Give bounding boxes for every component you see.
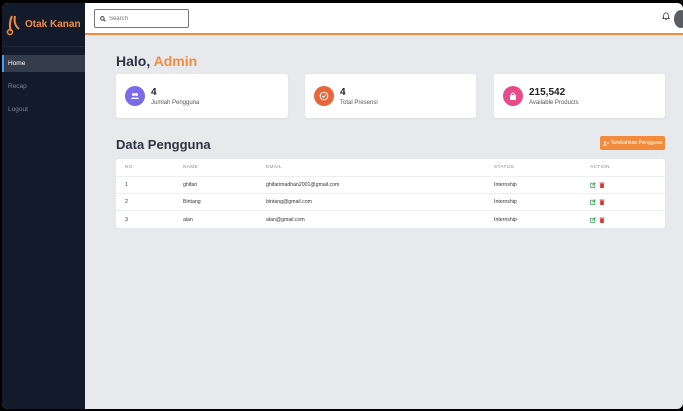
edit-icon[interactable]: [590, 199, 596, 205]
users-table: NO NAME EMAIL STATUS ACTION 1 ghifari gh…: [116, 159, 665, 228]
cell-name: alan: [183, 216, 193, 223]
cell-email: ghifarimadhan2001@gmail.com: [266, 182, 340, 188]
add-user-button-label: Tambahkan Pengguna: [610, 140, 663, 146]
column-header-email: EMAIL: [266, 165, 282, 170]
table-row: 3 alan alan@gmail.com Internship: [116, 211, 665, 228]
delete-icon[interactable]: [599, 182, 605, 188]
cell-email: alan@gmail.com: [266, 216, 305, 223]
cell-no: 2: [125, 199, 128, 205]
stat-value: 4: [151, 86, 157, 98]
table-row: 2 Bintang bintang@gmail.com Internship: [116, 194, 665, 211]
check-circle-icon: [314, 86, 334, 106]
stat-card-products: 215,542 Available Products: [494, 74, 665, 118]
sidebar-item-logout[interactable]: Logout: [2, 101, 85, 118]
stat-value: 4: [340, 86, 346, 98]
search-input[interactable]: [108, 15, 188, 22]
stat-card-users: 4 Jumlah Pengguna: [116, 74, 288, 118]
stat-label: Jumlah Pengguna: [151, 99, 200, 106]
edit-icon[interactable]: [590, 216, 596, 223]
sidebar-item-label: Recap: [8, 83, 27, 90]
cell-status: Internship: [494, 199, 517, 205]
row-actions: [590, 177, 605, 193]
greeting-prefix: Halo,: [116, 53, 154, 69]
user-plus-icon: [602, 141, 609, 145]
cell-no: 3: [125, 216, 128, 223]
edit-icon[interactable]: [590, 182, 596, 188]
main-content: Halo, Admin 4 Jumlah Pengguna 4 Total Pres…: [85, 37, 683, 409]
cell-status: Internship: [494, 216, 517, 223]
search-icon: [100, 15, 106, 22]
stat-label: Total Presensi: [340, 99, 378, 106]
page-title: Halo, Admin: [116, 53, 197, 69]
cell-email: bintang@gmail.com: [266, 199, 312, 205]
sidebar-item-recap[interactable]: Recap: [2, 78, 85, 95]
top-bar: [85, 3, 683, 35]
column-header-status: STATUS: [494, 165, 515, 170]
brand-logo-icon: [6, 15, 20, 35]
cell-name: Bintang: [183, 199, 201, 205]
sidebar-item-label: Home: [8, 60, 26, 67]
delete-icon[interactable]: [599, 199, 605, 205]
sidebar-item-label: Logout: [8, 106, 28, 113]
section-title: Data Pengguna: [116, 137, 211, 152]
brand-name: Otak Kanan: [25, 19, 81, 30]
stat-card-presensi: 4 Total Presensi: [305, 74, 476, 118]
brand[interactable]: Otak Kanan: [2, 3, 85, 47]
stat-label: Available Products: [529, 99, 579, 106]
sidebar: Otak Kanan Home Recap Logout: [2, 3, 85, 409]
table-row: 1 ghifari ghifarimadhan2001@gmail.com In…: [116, 177, 665, 194]
table-header: NO NAME EMAIL STATUS ACTION: [116, 159, 665, 177]
delete-icon[interactable]: [599, 217, 605, 223]
column-header-no: NO: [125, 165, 133, 170]
cell-status: Internship: [494, 182, 517, 188]
cell-name: ghifari: [183, 182, 198, 188]
greeting-user: Admin: [153, 53, 198, 69]
stat-value: 215,542: [529, 86, 566, 98]
row-actions: [590, 194, 605, 210]
users-icon: [125, 86, 145, 106]
add-user-button[interactable]: Tambahkan Pengguna: [600, 136, 665, 150]
app-window: Otak Kanan Home Recap Logout Halo, Admin…: [2, 3, 683, 409]
avatar[interactable]: [674, 10, 683, 28]
sidebar-item-home[interactable]: Home: [2, 55, 85, 72]
shopping-bag-icon: [503, 86, 523, 106]
column-header-name: NAME: [183, 165, 199, 170]
row-actions: [590, 211, 605, 228]
search-box[interactable]: [94, 9, 189, 28]
bell-icon[interactable]: [662, 12, 670, 21]
cell-no: 1: [125, 182, 128, 188]
column-header-action: ACTION: [590, 165, 610, 170]
